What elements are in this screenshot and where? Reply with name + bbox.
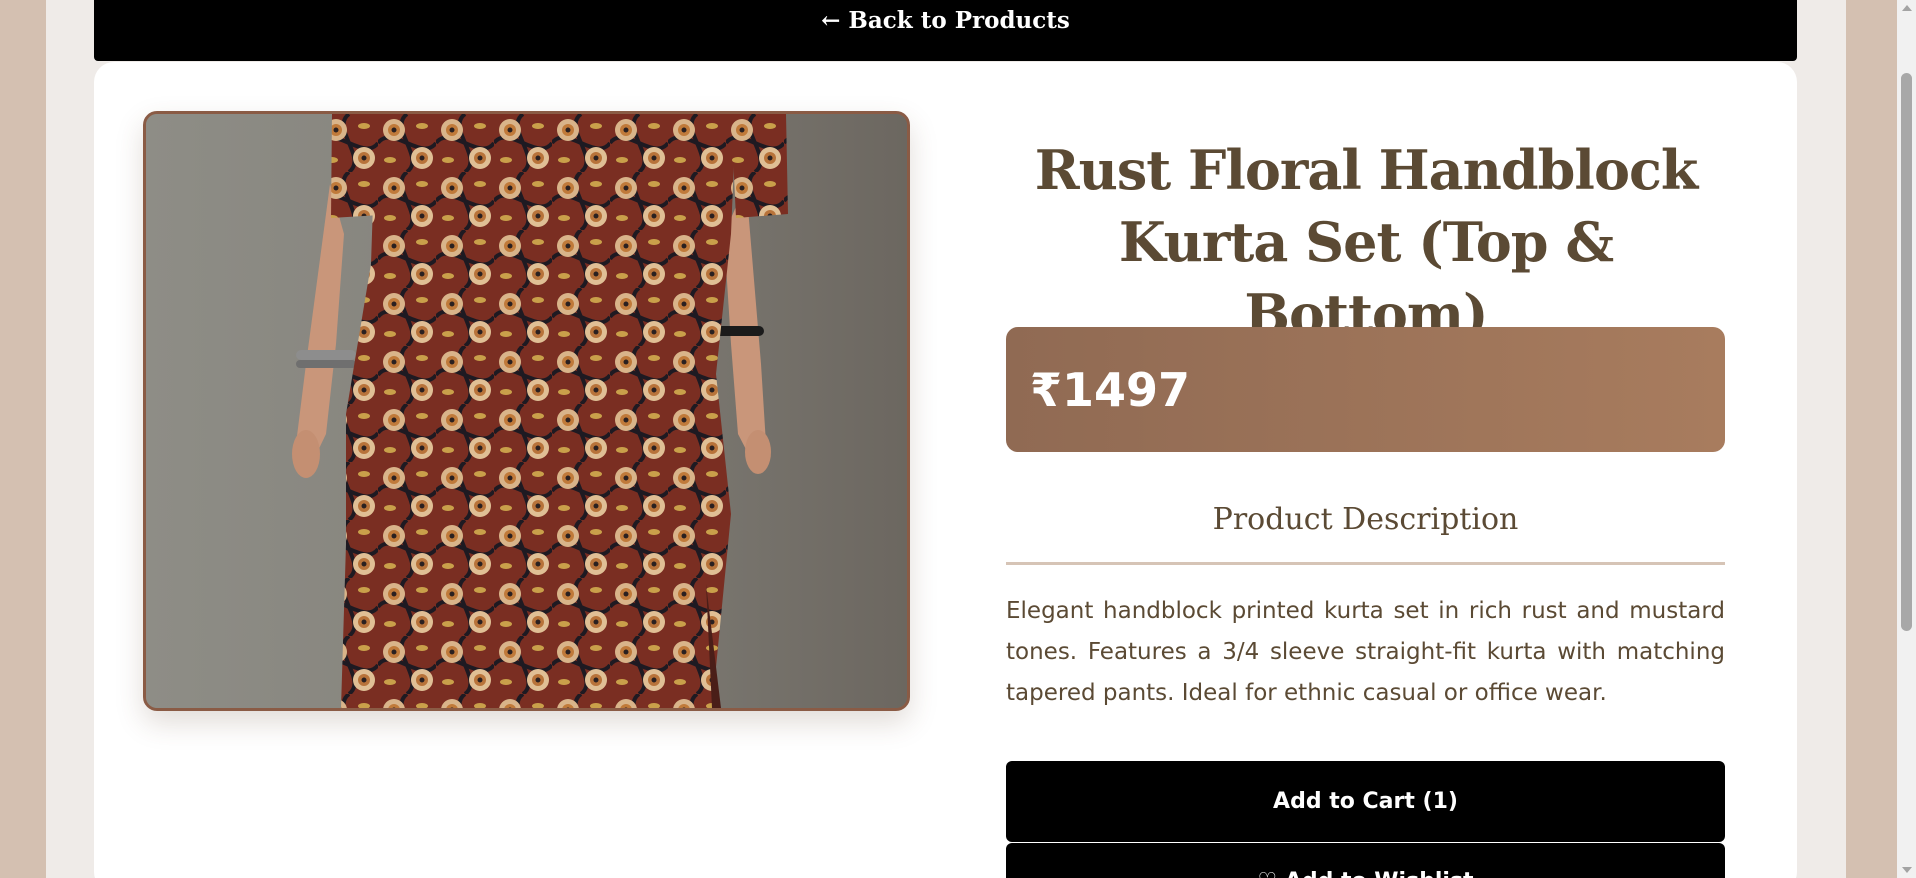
- product-title: Rust Floral Handblock Kurta Set (Top & B…: [1006, 134, 1726, 350]
- scroll-thumb[interactable]: [1901, 73, 1912, 631]
- add-to-cart-button[interactable]: Add to Cart (1): [1006, 761, 1725, 842]
- add-to-wishlist-button[interactable]: ♡ Add to Wishlist: [1006, 843, 1725, 878]
- price-box: ₹1497: [1006, 327, 1725, 452]
- scroll-down-arrow-icon[interactable]: [1902, 867, 1912, 873]
- back-bar: ← Back to Products: [94, 0, 1797, 61]
- scroll-up-arrow-icon[interactable]: [1902, 5, 1912, 11]
- description-divider: [1006, 562, 1725, 565]
- product-price: ₹1497: [1030, 362, 1191, 417]
- kurta-photo-illustration: [146, 114, 907, 708]
- description-heading: Product Description: [1212, 502, 1519, 537]
- back-to-products-link[interactable]: ← Back to Products: [821, 0, 1070, 34]
- product-title-line-1: Rust Floral Handblock: [1034, 138, 1699, 202]
- product-description: Elegant handblock printed kurta set in r…: [1006, 598, 1725, 706]
- product-image[interactable]: [143, 111, 910, 711]
- page-scrollbar[interactable]: [1897, 0, 1916, 878]
